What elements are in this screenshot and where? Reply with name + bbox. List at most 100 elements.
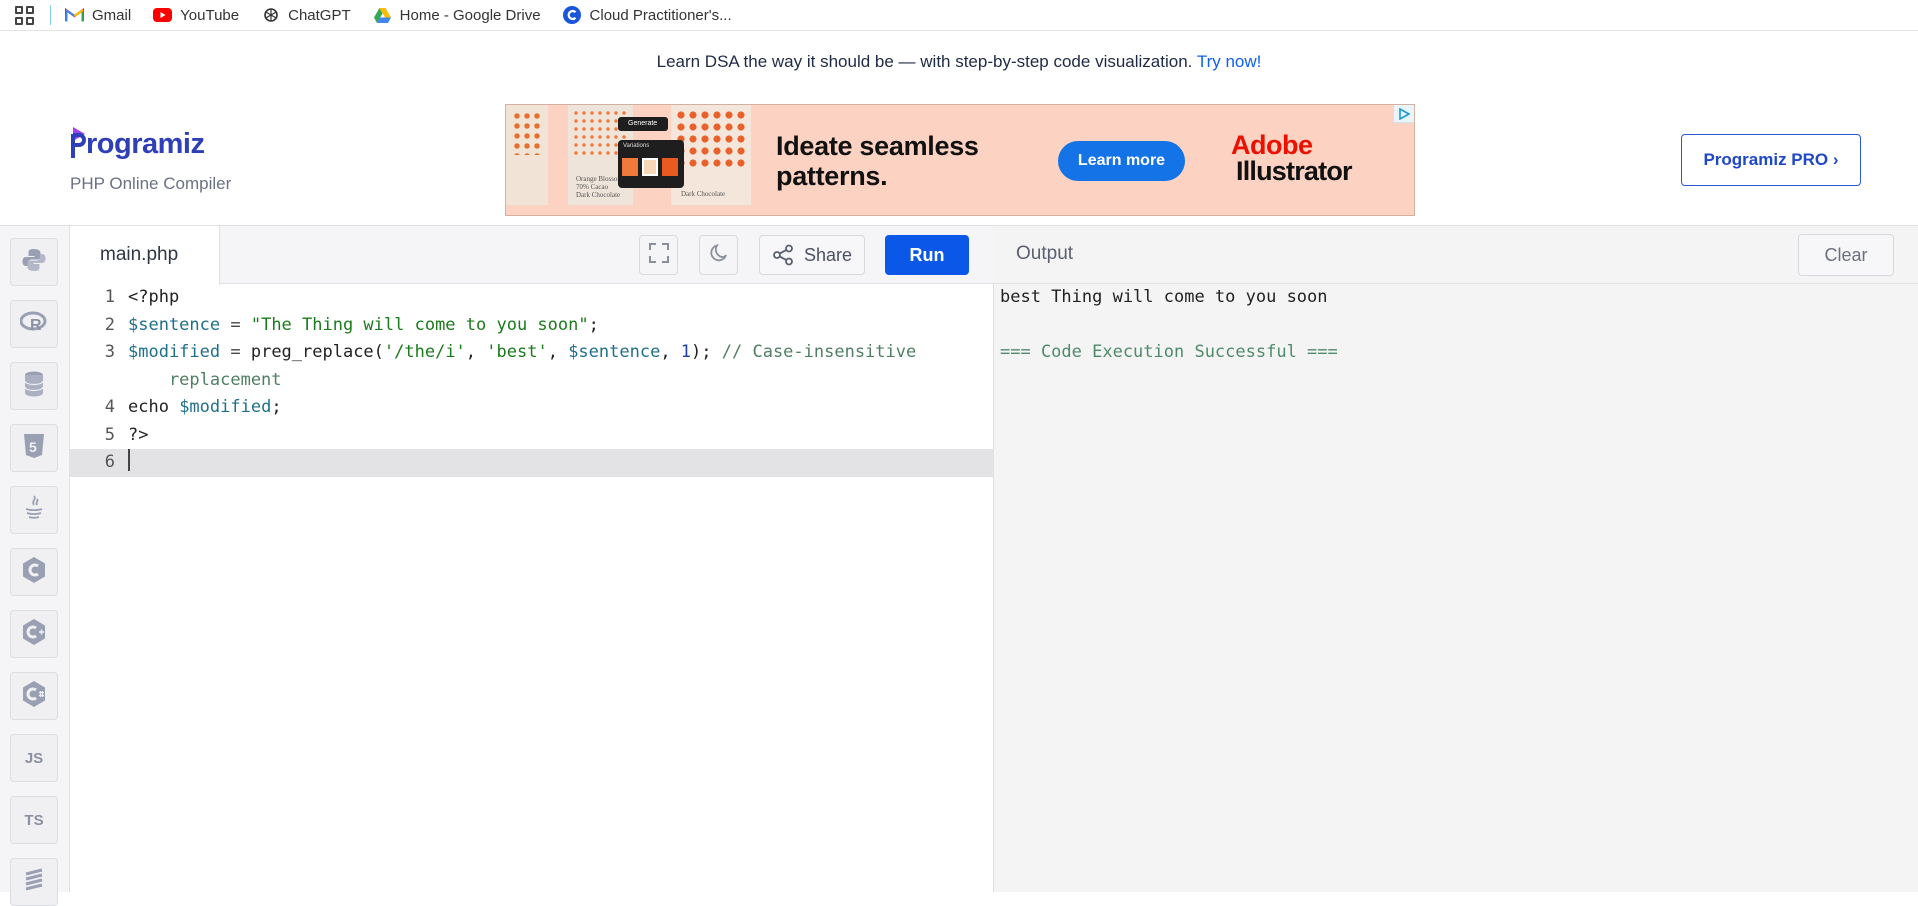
output-header: Output Clear <box>994 226 1918 284</box>
bookmark-label: ChatGPT <box>288 6 351 24</box>
code-token: '/the/i' <box>383 342 466 362</box>
promo-text: Learn DSA the way it should be — with st… <box>656 52 1193 71</box>
code-token: preg_replace( <box>250 342 384 362</box>
bookmark-google-drive[interactable]: Home - Google Drive <box>373 7 541 24</box>
code-token: $sentence <box>128 314 221 335</box>
moon-icon <box>709 243 729 268</box>
ad-generate-chip: Generate <box>618 117 668 131</box>
ad-headline: Ideate seamless patterns. <box>776 131 979 191</box>
bookmarks-divider <box>50 5 51 25</box>
lang-r-button[interactable]: R <box>10 300 58 348</box>
code-token: 'best' <box>486 342 548 362</box>
apps-grid-icon[interactable] <box>13 4 35 26</box>
code-editor-panel: main.php Share Run 1 <?php 2 $sentence =… <box>70 226 994 892</box>
code-token: ?> <box>128 424 149 445</box>
code-token: = <box>220 314 251 335</box>
code-token: 1 <box>680 342 692 362</box>
output-result-line: best Thing will come to you soon <box>1000 287 1328 307</box>
code-line-active: 6 <box>70 449 994 477</box>
code-comment: replacement <box>128 369 282 390</box>
line-number: 1 <box>104 287 115 307</box>
youtube-icon <box>153 7 173 23</box>
language-sidebar: R 5 JS TS <box>0 226 70 906</box>
lang-sql-button[interactable] <box>10 362 58 410</box>
ad-swatch <box>662 158 678 176</box>
code-token: echo <box>128 397 180 417</box>
ad-swatch <box>642 158 658 176</box>
line-number: 6 <box>104 452 115 472</box>
promo-try-now-link[interactable]: Try now! <box>1197 52 1262 71</box>
lang-html-button[interactable]: 5 <box>10 424 58 472</box>
html5-icon: 5 <box>23 433 45 463</box>
clear-button[interactable]: Clear <box>1798 234 1894 276</box>
csharp-icon <box>21 680 47 712</box>
bookmark-cloud-practitioner[interactable]: Cloud Practitioner's... <box>563 6 732 24</box>
code-token: $sentence <box>568 342 661 362</box>
dark-mode-toggle[interactable] <box>699 235 738 275</box>
text-cursor <box>128 449 130 471</box>
sql-icon <box>24 371 44 401</box>
ad-thumbnail <box>506 105 548 205</box>
lang-ts-button[interactable]: TS <box>10 796 58 844</box>
code-area[interactable]: 1 <?php 2 $sentence = "The Thing will co… <box>70 284 994 477</box>
line-number: 4 <box>104 397 115 417</box>
bookmark-gmail[interactable]: Gmail <box>65 7 131 24</box>
code-token: $modified <box>128 342 221 362</box>
dsa-promo-banner: Learn DSA the way it should be — with st… <box>0 52 1918 72</box>
line-number <box>70 367 128 395</box>
programiz-pro-button[interactable]: Programiz PRO › <box>1681 134 1861 186</box>
run-button[interactable]: Run <box>885 235 969 275</box>
lang-c-button[interactable] <box>10 548 58 596</box>
line-number: 5 <box>104 424 115 445</box>
python-icon <box>21 247 47 277</box>
bookmark-label: Gmail <box>92 6 132 24</box>
cpp-icon <box>21 618 47 650</box>
file-tab-main-php[interactable]: main.php <box>70 226 220 285</box>
adchoices-icon[interactable] <box>1393 105 1414 123</box>
code-comment: // Case-insensitive <box>721 342 917 362</box>
bookmark-youtube[interactable]: YouTube <box>153 7 239 24</box>
lang-csharp-button[interactable] <box>10 672 58 720</box>
adobe-illustrator-ad[interactable]: Orange Blossom 70% Cacao Dark Chocolate Da… <box>505 104 1415 216</box>
code-line: 4 echo $modified; <box>70 394 994 422</box>
code-token: ; <box>588 314 599 335</box>
output-status-line: === Code Execution Successful === <box>1000 342 1338 362</box>
ad-swatch <box>622 158 638 176</box>
ad-learn-more-button[interactable]: Learn more <box>1058 141 1185 181</box>
output-console: best Thing will come to you soon === Cod… <box>1000 284 1338 367</box>
code-line-wrap: replacement <box>70 367 994 395</box>
lang-cpp-button[interactable] <box>10 610 58 658</box>
code-token: <?php <box>128 287 180 307</box>
java-icon <box>23 494 45 526</box>
code-token: , <box>660 342 681 362</box>
code-token: = <box>220 342 251 362</box>
ad-thumb-label: 70% Cacao <box>576 183 609 191</box>
bookmarks-bar: Gmail YouTube ChatGPT Home - Google Driv… <box>0 0 1918 31</box>
ad-thumb-label: Dark Chocolate <box>681 190 726 198</box>
bookmark-chatgpt[interactable]: ChatGPT <box>261 7 351 24</box>
bookmark-label: Home - Google Drive <box>399 6 541 24</box>
output-blank-line <box>1000 312 1338 340</box>
logo-text: rogramiz <box>86 128 205 160</box>
stack-icon <box>23 868 45 896</box>
ad-variations-label: Variations <box>623 143 650 149</box>
share-icon <box>773 244 793 266</box>
compiler-workspace: R 5 JS TS main.php Share Run 1 <?php 2 $… <box>0 225 1918 906</box>
r-icon: R <box>19 311 48 337</box>
fullscreen-button[interactable] <box>639 235 678 275</box>
bookmark-label: Cloud Practitioner's... <box>589 6 732 24</box>
lang-js-button[interactable]: JS <box>10 734 58 782</box>
lang-more-button[interactable] <box>10 858 58 906</box>
output-title: Output <box>1016 243 1074 264</box>
code-line: 5 ?> <box>70 422 994 450</box>
code-line: 2 $sentence = "The Thing will come to yo… <box>70 312 994 340</box>
ad-brand-illustrator: Illustrator <box>1236 156 1353 186</box>
bookmark-label: YouTube <box>180 6 240 24</box>
share-button[interactable]: Share <box>759 235 865 275</box>
google-drive-icon <box>373 7 392 23</box>
editor-toolbar: main.php Share Run <box>70 226 994 285</box>
code-token: "The Thing will come to you soon" <box>250 314 589 335</box>
lang-java-button[interactable] <box>10 486 58 534</box>
lang-python-button[interactable] <box>10 238 58 286</box>
programiz-logo[interactable]: rogramiz <box>71 125 205 161</box>
